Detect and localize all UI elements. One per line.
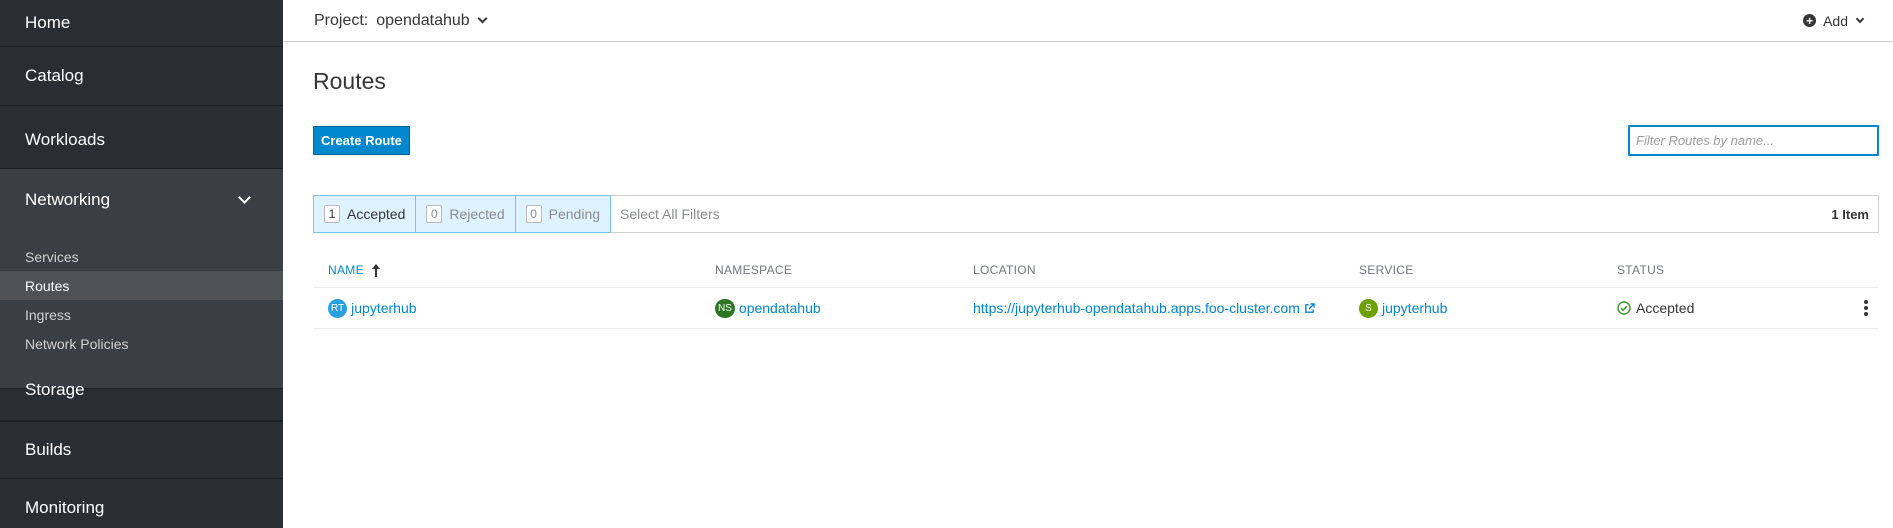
column-label: NAME xyxy=(328,263,364,277)
filter-count: 1 xyxy=(324,205,340,223)
service-resource-badge: S xyxy=(1359,298,1378,318)
table-row: RT jupyterhub NS opendatahub https://jup… xyxy=(313,288,1879,329)
add-button[interactable]: + Add xyxy=(1803,12,1865,29)
sidebar-subitem-label: Services xyxy=(25,248,79,265)
filter-chip-rejected[interactable]: 0 Rejected xyxy=(415,195,516,233)
create-route-button[interactable]: Create Route xyxy=(313,126,410,155)
project-label: Project: xyxy=(314,11,369,29)
sidebar-section-networking: Networking Services Routes Ingress Netwo… xyxy=(0,169,283,389)
table-header: NAME NAMESPACE LOCATION SERVICE STATUS xyxy=(313,252,1879,288)
route-name-cell: RT jupyterhub xyxy=(328,288,417,328)
sort-ascending-icon xyxy=(371,263,380,277)
route-name-link[interactable]: jupyterhub xyxy=(351,300,416,316)
column-header-namespace[interactable]: NAMESPACE xyxy=(715,252,792,288)
top-bar: Project: opendatahub + Add xyxy=(283,0,1893,42)
location-link[interactable]: https://jupyterhub-opendatahub.apps.foo-… xyxy=(973,300,1300,316)
sidebar-item-builds[interactable]: Builds xyxy=(0,421,283,479)
project-selector[interactable]: Project: opendatahub xyxy=(314,11,488,30)
filter-count: 0 xyxy=(426,205,443,223)
filter-routes-input[interactable] xyxy=(1628,125,1879,156)
sidebar-item-storage[interactable]: Storage xyxy=(0,360,283,421)
sidebar-nav: Home Catalog Workloads Networking Servic… xyxy=(0,0,283,528)
sidebar-item-label: Storage xyxy=(25,380,85,399)
column-header-location[interactable]: LOCATION xyxy=(973,252,1036,288)
filter-label: Accepted xyxy=(347,206,406,222)
sidebar-item-label: Networking xyxy=(25,190,111,209)
column-label: LOCATION xyxy=(973,263,1036,277)
namespace-link[interactable]: opendatahub xyxy=(739,300,821,316)
page-title: Routes xyxy=(313,68,386,94)
route-resource-badge: RT xyxy=(328,298,348,318)
column-header-status[interactable]: STATUS xyxy=(1617,252,1664,288)
sidebar-item-network-policies[interactable]: Network Policies xyxy=(0,329,283,358)
sidebar-subitem-label: Ingress xyxy=(25,306,71,323)
select-all-filters-link[interactable]: Select All Filters xyxy=(611,196,729,232)
row-actions-kebab-icon[interactable] xyxy=(1863,300,1869,316)
service-cell: S jupyterhub xyxy=(1359,288,1447,328)
sidebar-item-networking[interactable]: Networking xyxy=(0,169,283,231)
location-cell: https://jupyterhub-opendatahub.apps.foo-… xyxy=(973,288,1315,328)
sidebar-item-catalog[interactable]: Catalog xyxy=(0,47,283,106)
main-content: Project: opendatahub + Add Routes Create… xyxy=(283,0,1893,528)
filter-label: Pending xyxy=(548,206,601,222)
column-header-service[interactable]: SERVICE xyxy=(1359,252,1414,288)
status-filter-bar: 1 Accepted 0 Rejected 0 Pending Select A… xyxy=(313,195,1879,233)
sidebar-subitem-label: Routes xyxy=(25,277,70,294)
sidebar-item-ingress[interactable]: Ingress xyxy=(0,300,283,329)
sidebar-subitem-label: Network Policies xyxy=(25,335,129,352)
column-header-name[interactable]: NAME xyxy=(328,252,380,288)
sidebar-item-label: Catalog xyxy=(25,66,84,85)
sidebar-item-monitoring[interactable]: Monitoring xyxy=(0,479,283,528)
project-name: opendatahub xyxy=(376,11,470,29)
sidebar-item-label: Home xyxy=(25,13,71,32)
check-circle-icon xyxy=(1617,301,1631,315)
status-text: Accepted xyxy=(1636,300,1695,316)
namespace-cell: NS opendatahub xyxy=(715,288,821,328)
plus-circle-icon: + xyxy=(1803,14,1817,27)
sidebar-item-label: Monitoring xyxy=(25,498,105,517)
column-label: NAMESPACE xyxy=(715,263,793,277)
filter-count: 0 xyxy=(525,205,542,223)
external-link-icon xyxy=(1305,302,1315,313)
sidebar-item-label: Workloads xyxy=(25,130,105,149)
filter-chip-pending[interactable]: 0 Pending xyxy=(514,195,612,233)
sidebar-item-home[interactable]: Home xyxy=(0,0,283,47)
sidebar-item-workloads[interactable]: Workloads xyxy=(0,112,283,169)
service-link[interactable]: jupyterhub xyxy=(1382,300,1447,316)
status-cell: Accepted xyxy=(1617,288,1694,328)
item-count: 1 Item xyxy=(1831,206,1869,222)
column-label: STATUS xyxy=(1617,263,1665,277)
chevron-down-icon xyxy=(1855,14,1865,23)
column-label: SERVICE xyxy=(1359,263,1414,277)
sidebar-item-services[interactable]: Services xyxy=(0,242,283,271)
add-label: Add xyxy=(1823,12,1848,29)
chevron-down-icon xyxy=(477,13,488,24)
sidebar-item-label: Builds xyxy=(25,439,72,459)
namespace-resource-badge: NS xyxy=(715,298,735,318)
sidebar-item-routes[interactable]: Routes xyxy=(0,271,283,300)
filter-chip-accepted[interactable]: 1 Accepted xyxy=(313,195,417,233)
chevron-down-icon xyxy=(238,191,251,204)
filter-label: Rejected xyxy=(449,206,505,222)
